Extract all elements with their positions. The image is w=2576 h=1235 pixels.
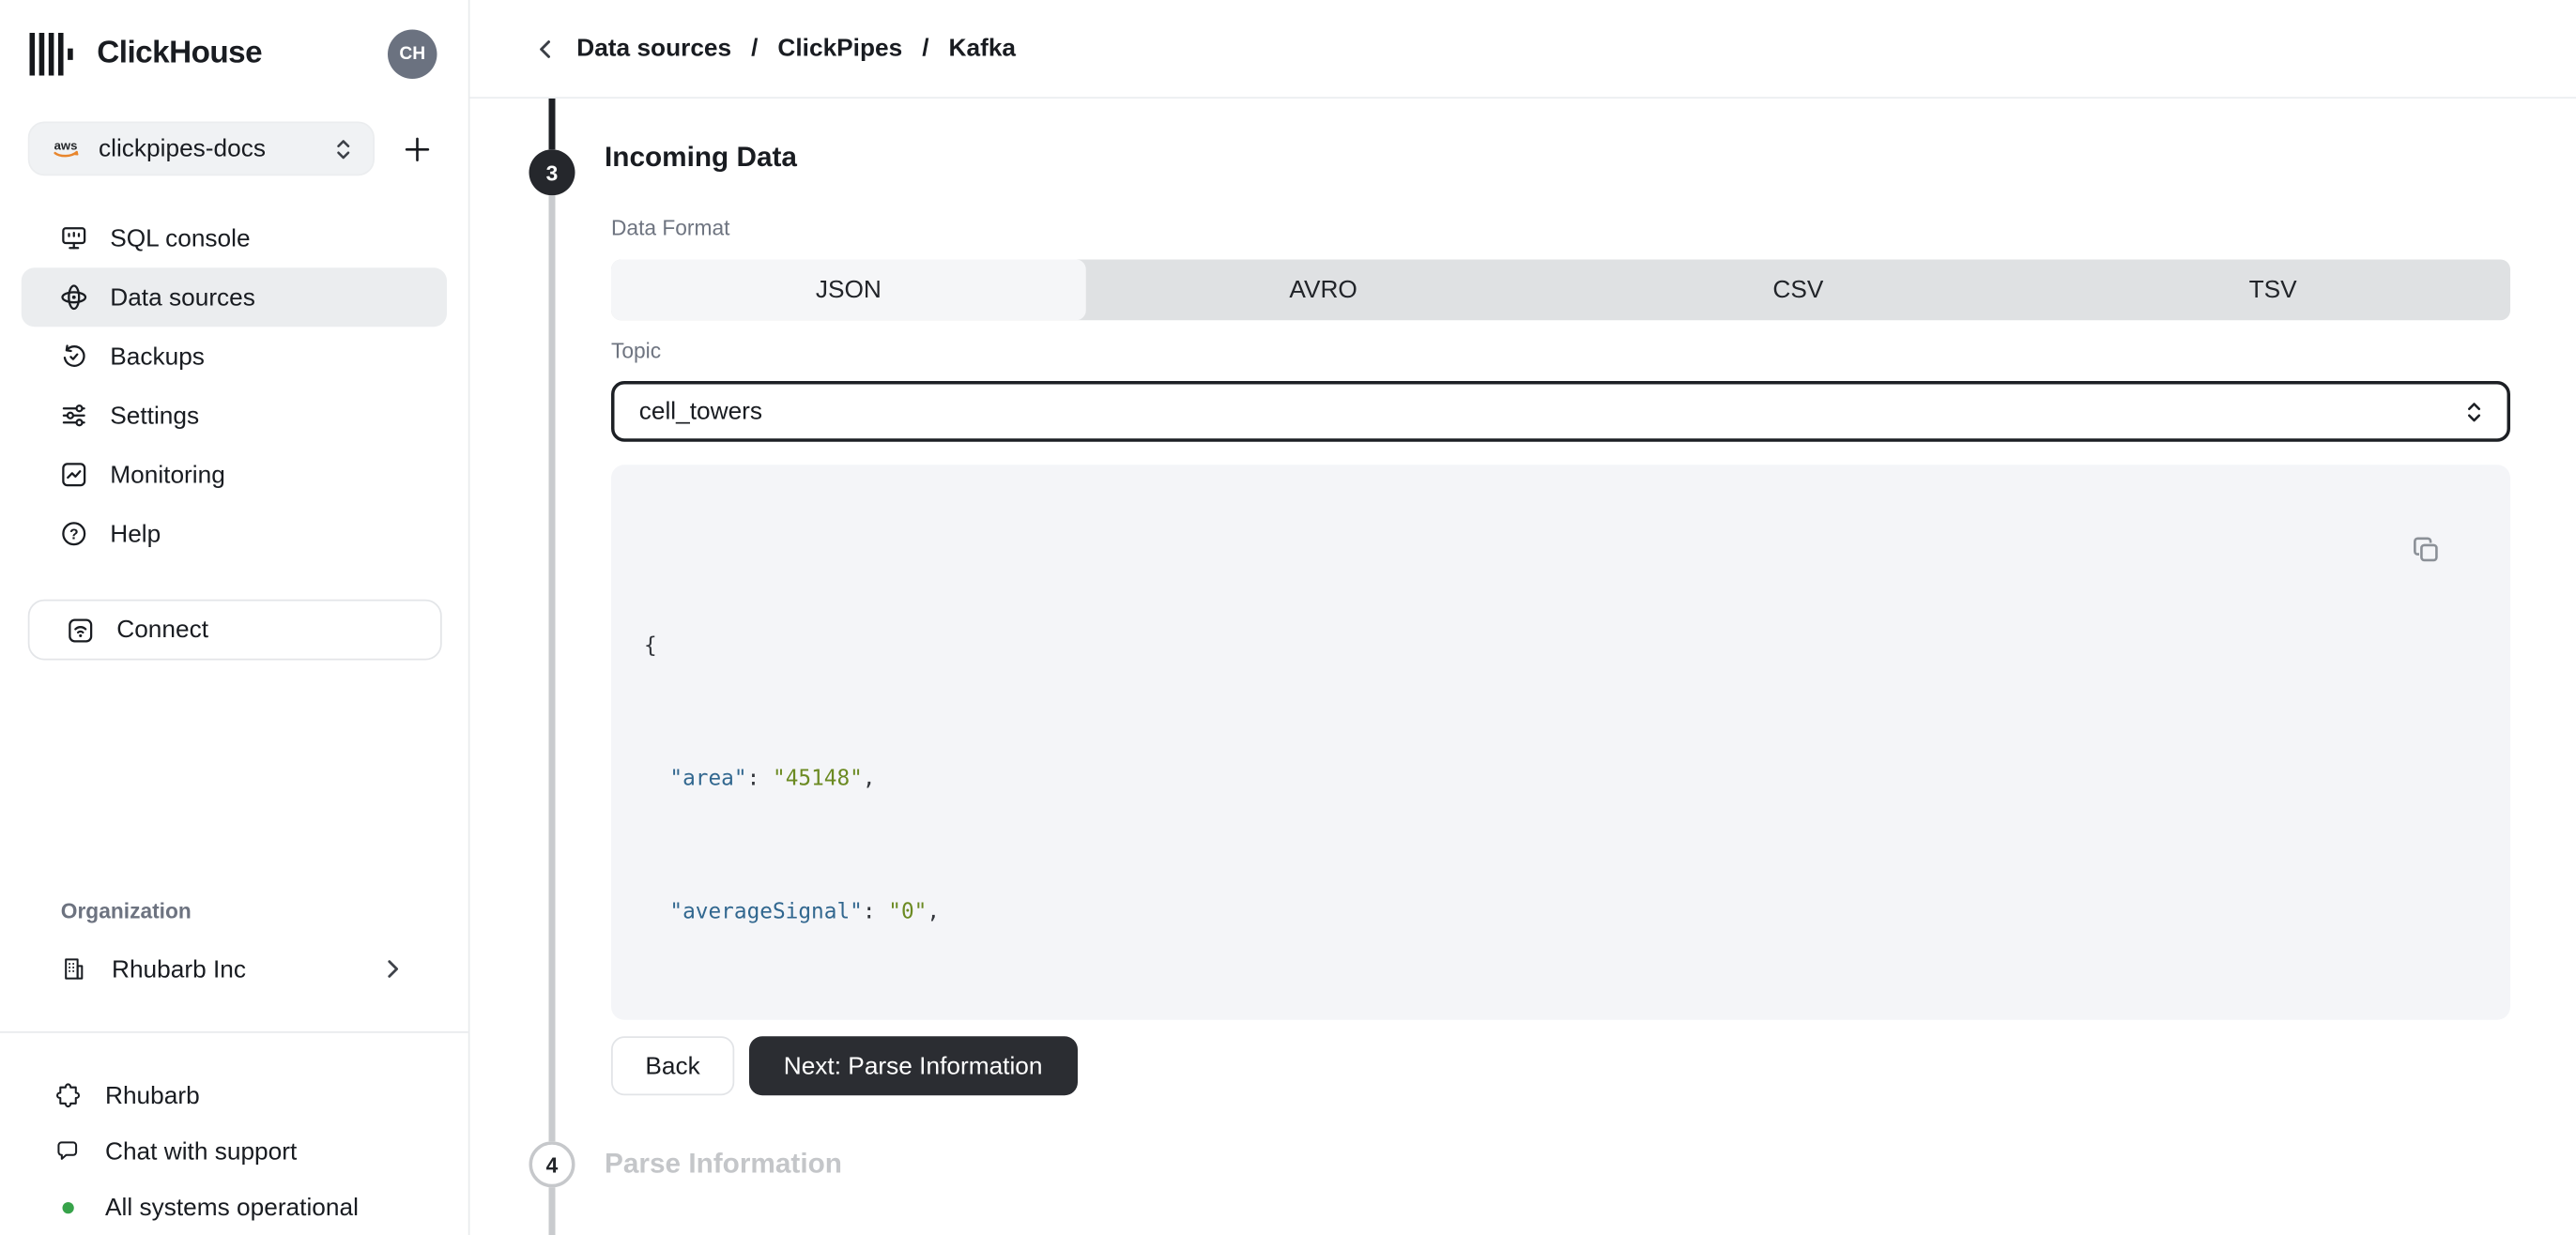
- wizard-content: 3 4 Incoming Data Parse Information Data…: [470, 99, 2576, 1235]
- backups-icon: [59, 342, 89, 372]
- project-selector[interactable]: aws clickpipes-docs: [27, 121, 375, 176]
- data-format-label: Data Format: [611, 215, 730, 240]
- back-chevron-icon[interactable]: [537, 37, 554, 60]
- sidebar-item-backups[interactable]: Backups: [22, 327, 447, 386]
- organization-name: Rhubarb Inc: [112, 954, 247, 983]
- clickhouse-logo-icon: [29, 33, 80, 76]
- project-name: clickpipes-docs: [99, 134, 267, 163]
- timeline-segment-done: [548, 99, 556, 150]
- sidebar: ClickHouse CH aws clickpipes-docs SQL co…: [0, 0, 470, 1235]
- sidebar-footer: Rhubarb Chat with support All systems op…: [0, 1031, 468, 1235]
- code-line: "averageSignal": "0",: [669, 900, 941, 925]
- chat-bubble-icon: [54, 1138, 81, 1165]
- connect-label: Connect: [116, 616, 209, 644]
- breadcrumb-item-data-sources[interactable]: Data sources: [576, 35, 731, 63]
- connect-button[interactable]: Connect: [27, 599, 442, 661]
- breadcrumb: Data sources / ClickPipes / Kafka: [469, 0, 2576, 99]
- sidebar-nav: SQL console Data sources Backups Setting…: [0, 208, 468, 563]
- settings-sliders-icon: [59, 401, 89, 431]
- wizard-actions: Back Next: Parse Information: [611, 1036, 2510, 1096]
- sidebar-item-label: Monitoring: [110, 460, 225, 489]
- footer-item-chat-with-support[interactable]: Chat with support: [26, 1123, 442, 1180]
- organization-section: Organization Rhubarb Inc: [0, 898, 468, 999]
- sidebar-item-sql-console[interactable]: SQL console: [22, 208, 447, 267]
- sample-message-code-block: { "area": "45148", "averageSignal": "0",…: [611, 465, 2510, 1020]
- sidebar-item-monitoring[interactable]: Monitoring: [22, 445, 447, 504]
- organization-label: Organization: [60, 898, 192, 923]
- breadcrumb-separator: /: [751, 34, 759, 63]
- main-area: Data sources / ClickPipes / Kafka 3 4 In…: [469, 0, 2576, 1235]
- tab-tsv[interactable]: TSV: [2035, 260, 2510, 321]
- timeline-segment-pending: [548, 1187, 556, 1235]
- back-button[interactable]: Back: [611, 1036, 735, 1096]
- topic-select[interactable]: cell_towers: [611, 381, 2510, 442]
- aws-icon: aws: [50, 136, 83, 160]
- chevron-updown-icon: [2464, 397, 2484, 427]
- sidebar-header: ClickHouse CH: [0, 0, 468, 79]
- step-3-badge: 3: [529, 149, 575, 196]
- copy-icon[interactable]: [2411, 486, 2484, 613]
- brand-name: ClickHouse: [97, 36, 263, 71]
- status-dot-icon: [54, 1201, 81, 1213]
- code-line: "area": "45148",: [669, 767, 876, 792]
- puzzle-icon: [54, 1082, 81, 1108]
- incoming-data-form: Data Format JSON AVRO CSV TSV Topic cell…: [611, 215, 2510, 1096]
- sidebar-item-label: Help: [110, 519, 161, 548]
- topic-select-value: cell_towers: [638, 397, 763, 426]
- breadcrumb-item-kafka: Kafka: [948, 34, 1017, 63]
- footer-item-label: All systems operational: [105, 1193, 359, 1222]
- chevron-updown-icon: [333, 134, 353, 164]
- footer-item-rhubarb[interactable]: Rhubarb: [26, 1068, 442, 1124]
- breadcrumb-item-clickpipes[interactable]: ClickPipes: [777, 35, 902, 63]
- sidebar-item-data-sources[interactable]: Data sources: [21, 267, 447, 328]
- sidebar-item-settings[interactable]: Settings: [22, 386, 447, 445]
- svg-text:aws: aws: [54, 138, 78, 152]
- data-format-tabs: JSON AVRO CSV TSV: [611, 259, 2510, 321]
- sql-console-icon: [59, 223, 89, 253]
- avatar[interactable]: CH: [388, 29, 437, 79]
- sidebar-item-label: SQL console: [110, 223, 251, 252]
- sidebar-item-label: Backups: [110, 342, 205, 371]
- step-3-title: Incoming Data: [605, 141, 797, 173]
- footer-item-system-status[interactable]: All systems operational: [26, 1180, 442, 1235]
- sidebar-item-label: Data sources: [110, 282, 255, 312]
- code-line: {: [644, 633, 657, 659]
- topic-label: Topic: [611, 338, 662, 363]
- help-icon: ?: [59, 519, 89, 549]
- sidebar-item-help[interactable]: ? Help: [22, 504, 447, 563]
- building-icon: [61, 956, 87, 983]
- project-row: aws clickpipes-docs: [27, 121, 442, 176]
- breadcrumb-separator: /: [922, 34, 929, 63]
- tab-json[interactable]: JSON: [611, 259, 1086, 321]
- step-4-badge: 4: [529, 1141, 575, 1188]
- timeline-segment-pending: [548, 195, 556, 1142]
- monitoring-icon: [59, 460, 89, 490]
- footer-item-label: Chat with support: [105, 1136, 298, 1166]
- sidebar-item-label: Settings: [110, 401, 200, 430]
- organization-item[interactable]: Rhubarb Inc: [26, 939, 442, 999]
- tab-csv[interactable]: CSV: [1561, 260, 2036, 321]
- tab-avro[interactable]: AVRO: [1086, 260, 1561, 321]
- svg-text:?: ?: [69, 526, 79, 542]
- step-4-title: Parse Information: [605, 1148, 842, 1180]
- next-parse-information-button[interactable]: Next: Parse Information: [749, 1036, 1078, 1096]
- connect-icon: [66, 615, 96, 645]
- chevron-right-icon: [383, 957, 403, 981]
- data-sources-icon: [59, 282, 89, 313]
- add-service-button[interactable]: [392, 124, 442, 174]
- footer-item-label: Rhubarb: [105, 1081, 200, 1110]
- app-window: ClickHouse CH aws clickpipes-docs SQL co…: [0, 0, 2576, 1235]
